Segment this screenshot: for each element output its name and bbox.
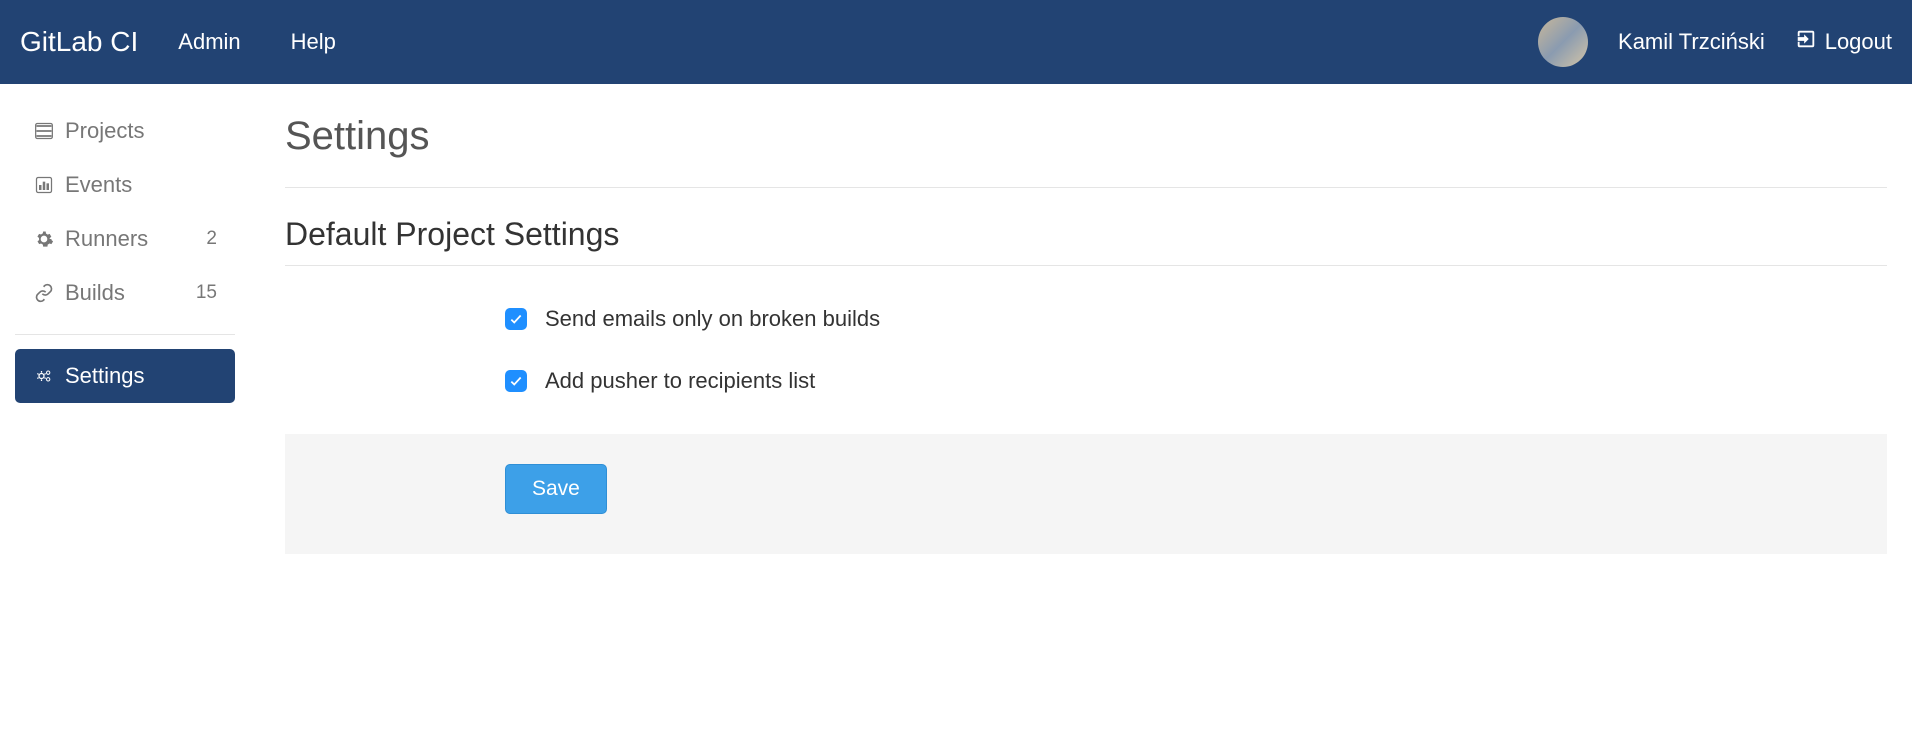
sidebar-badge: 2 <box>206 228 217 250</box>
section-title: Default Project Settings <box>285 216 1887 253</box>
sidebar-item-projects[interactable]: Projects <box>15 104 235 158</box>
checkbox-pusher-label[interactable]: Add pusher to recipients list <box>545 368 815 394</box>
main-content: Settings Default Project Settings Send e… <box>265 104 1897 554</box>
section-divider <box>285 265 1887 266</box>
sidebar-item-label: Runners <box>65 226 148 252</box>
checkbox-emails-label[interactable]: Send emails only on broken builds <box>545 306 880 332</box>
link-icon <box>33 283 55 303</box>
sidebar-item-label: Settings <box>65 363 145 389</box>
logout-link[interactable]: Logout <box>1795 28 1892 56</box>
container: Projects Events Runners 2 Builds 15 <box>0 84 1912 554</box>
gear-icon <box>33 229 55 249</box>
help-link[interactable]: Help <box>291 29 336 55</box>
checkbox-emails-broken[interactable] <box>505 308 527 330</box>
checkbox-pusher[interactable] <box>505 370 527 392</box>
sidebar: Projects Events Runners 2 Builds 15 <box>15 104 265 554</box>
sidebar-divider <box>15 334 235 335</box>
sidebar-item-label: Projects <box>65 118 144 144</box>
sidebar-item-label: Events <box>65 172 132 198</box>
sidebar-item-builds[interactable]: Builds 15 <box>15 266 235 320</box>
avatar[interactable] <box>1538 17 1588 67</box>
list-icon <box>33 121 55 141</box>
gears-icon <box>33 366 55 386</box>
sidebar-item-settings[interactable]: Settings <box>15 349 235 403</box>
navbar-left: Admin Help <box>178 29 336 55</box>
sidebar-item-events[interactable]: Events <box>15 158 235 212</box>
user-name-link[interactable]: Kamil Trzciński <box>1618 29 1765 55</box>
brand-link[interactable]: GitLab CI <box>20 26 138 58</box>
sidebar-item-label: Builds <box>65 280 125 306</box>
chart-icon <box>33 175 55 195</box>
title-divider <box>285 187 1887 188</box>
form-row-emails: Send emails only on broken builds <box>285 306 1887 332</box>
navbar-right: Kamil Trzciński Logout <box>1538 17 1892 67</box>
navbar: GitLab CI Admin Help Kamil Trzciński Log… <box>0 0 1912 84</box>
logout-label: Logout <box>1825 29 1892 55</box>
admin-link[interactable]: Admin <box>178 29 240 55</box>
form-row-pusher: Add pusher to recipients list <box>285 368 1887 394</box>
save-button[interactable]: Save <box>505 464 607 514</box>
logout-icon <box>1795 28 1817 56</box>
page-title: Settings <box>285 114 1887 159</box>
form-actions: Save <box>285 434 1887 554</box>
sidebar-badge: 15 <box>196 282 217 304</box>
sidebar-item-runners[interactable]: Runners 2 <box>15 212 235 266</box>
